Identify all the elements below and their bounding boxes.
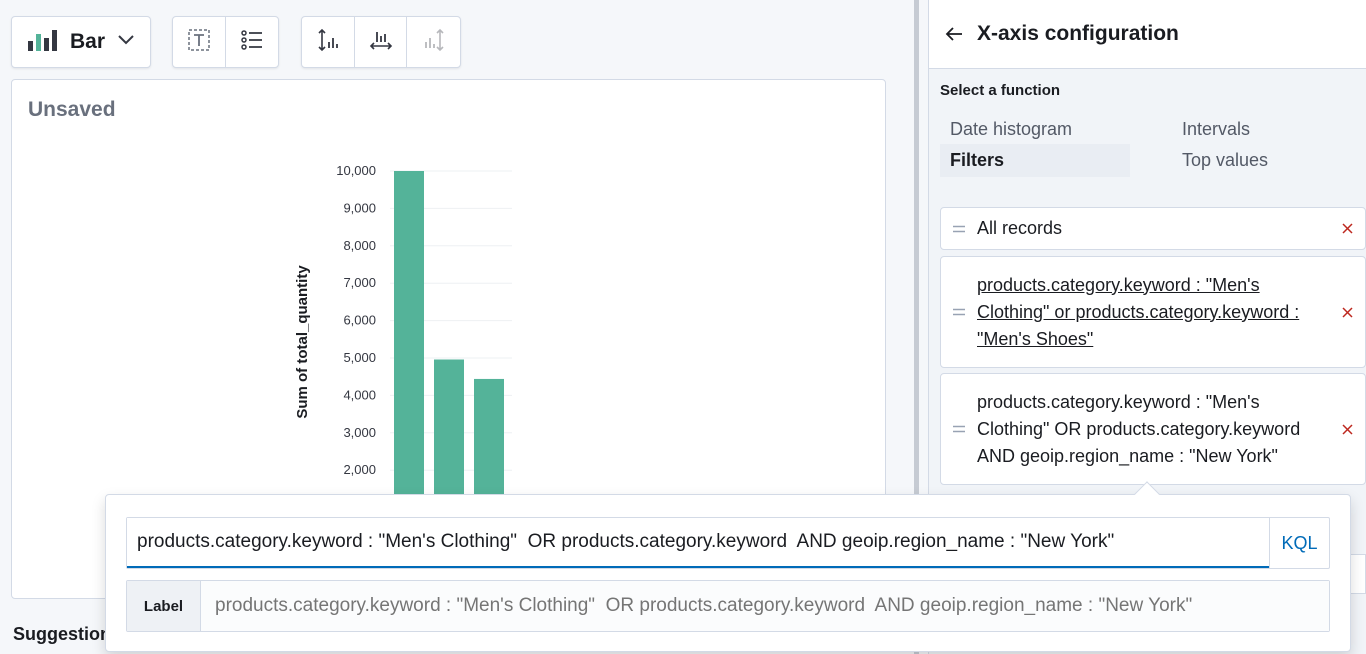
y-tick-label: 4,000: [343, 387, 376, 402]
bar-chart-icon: [28, 29, 60, 56]
y-tick-label: 3,000: [343, 425, 376, 440]
filter-edit-popover: KQL Label: [105, 494, 1351, 652]
text-options-button[interactable]: [173, 17, 226, 67]
bottom-axis-button[interactable]: [355, 17, 408, 67]
y-tick-label: 7,000: [343, 275, 376, 290]
label-row: Label: [126, 580, 1330, 632]
y-tick-label: 8,000: [343, 238, 376, 253]
filter-label[interactable]: products.category.keyword : "Men's Cloth…: [977, 389, 1329, 470]
y-tick-label: 10,000: [336, 163, 376, 178]
chart-type-switcher[interactable]: Bar: [11, 16, 151, 68]
filter-label[interactable]: All records: [977, 215, 1329, 242]
filter-item-editing[interactable]: products.category.keyword : "Men's Cloth…: [940, 373, 1366, 485]
y-tick-label: 5,000: [343, 350, 376, 365]
close-icon[interactable]: [1329, 223, 1365, 234]
y-tick-label: 9,000: [343, 200, 376, 215]
legend-options-button[interactable]: [226, 17, 279, 67]
query-language-button[interactable]: KQL: [1269, 518, 1329, 568]
function-intervals[interactable]: Intervals: [1172, 113, 1260, 146]
drag-handle-icon[interactable]: [941, 308, 977, 316]
function-date-histogram[interactable]: Date histogram: [940, 113, 1082, 146]
close-icon[interactable]: [1329, 423, 1365, 435]
y-axis-title: Sum of total_quantity: [294, 265, 311, 419]
panel-title: X-axis configuration: [977, 22, 1179, 45]
function-filters[interactable]: Filters: [940, 144, 1130, 177]
bottom-axis-icon: [369, 28, 393, 57]
close-icon[interactable]: [1329, 306, 1365, 318]
filter-item[interactable]: All records: [940, 207, 1366, 250]
left-axis-button[interactable]: [302, 17, 355, 67]
chevron-down-icon: [117, 33, 135, 51]
function-top-values[interactable]: Top values: [1172, 144, 1278, 177]
text-icon: [187, 28, 211, 57]
right-axis-button[interactable]: [407, 17, 460, 67]
panel-header: X-axis configuration: [929, 0, 1366, 69]
chart-type-label: Bar: [70, 30, 106, 53]
query-row: KQL: [126, 517, 1330, 569]
y-tick-label: 2,000: [343, 462, 376, 477]
query-input[interactable]: [127, 518, 1269, 568]
y-tick-label: 6,000: [343, 313, 376, 328]
axis-options-group: [301, 16, 461, 68]
drag-handle-icon[interactable]: [941, 425, 977, 433]
list-icon: [240, 28, 264, 57]
filter-item[interactable]: products.category.keyword : "Men's Cloth…: [940, 256, 1366, 368]
left-axis-icon: [316, 28, 340, 57]
drag-handle-icon[interactable]: [941, 225, 977, 233]
display-options-group: [172, 16, 279, 68]
label-tag: Label: [127, 581, 201, 631]
function-label: Select a function: [940, 82, 1061, 99]
label-input[interactable]: [201, 581, 1329, 631]
right-axis-icon: [422, 28, 446, 57]
arrow-left-icon[interactable]: [943, 23, 965, 45]
filter-label[interactable]: products.category.keyword : "Men's Cloth…: [977, 272, 1329, 353]
